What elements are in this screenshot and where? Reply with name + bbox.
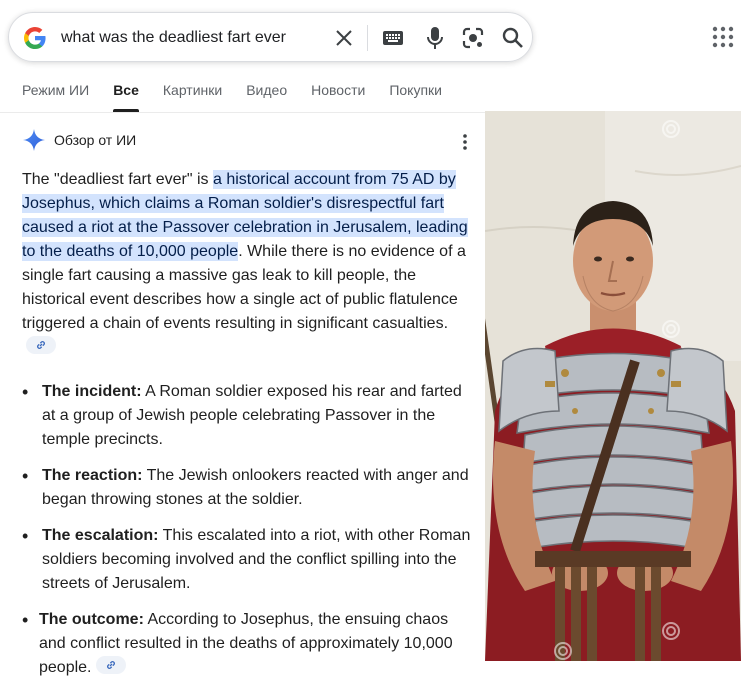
roman-soldier-illustration	[485, 111, 741, 661]
apps-grid-icon[interactable]	[712, 26, 734, 48]
tab-news[interactable]: Новости	[311, 82, 365, 112]
lens-icon[interactable]	[461, 26, 485, 50]
clear-icon[interactable]	[332, 26, 356, 50]
ai-overview-paragraph: The "deadliest fart ever" is a historica…	[22, 168, 470, 360]
search-icon[interactable]	[500, 25, 526, 51]
search-divider	[367, 25, 368, 51]
ai-overview-bullets: The incident: A Roman soldier exposed hi…	[22, 380, 472, 681]
bullet-heading: The incident:	[42, 383, 142, 400]
roman-soldier-image[interactable]	[485, 111, 741, 661]
keyboard-icon[interactable]	[381, 27, 405, 49]
intro-text: The "deadliest fart ever" is	[22, 171, 213, 188]
tab-videos[interactable]: Видео	[246, 82, 287, 112]
ai-overview-header: Обзор от ИИ	[22, 128, 136, 152]
tab-shopping[interactable]: Покупки	[389, 82, 442, 112]
bullet-heading: The escalation:	[42, 527, 159, 544]
bullet-heading: The reaction:	[42, 467, 143, 484]
list-item: The escalation: This escalated into a ri…	[22, 524, 472, 596]
google-logo-icon	[24, 27, 46, 49]
link-icon	[106, 661, 115, 669]
source-link-chip[interactable]	[95, 656, 126, 674]
search-tabs: Режим ИИ Все Картинки Видео Новости Поку…	[22, 82, 466, 112]
mic-icon[interactable]	[423, 25, 447, 51]
tab-images[interactable]: Картинки	[163, 82, 222, 112]
tab-all[interactable]: Все	[113, 82, 139, 112]
bullet-heading: The outcome:	[39, 611, 144, 628]
link-icon	[37, 341, 45, 349]
list-item: The incident: A Roman soldier exposed hi…	[22, 380, 472, 452]
sparkle-icon	[23, 129, 45, 151]
list-item: The outcome: According to Josephus, the …	[22, 608, 472, 680]
search-input[interactable]: what was the deadliest fart ever	[61, 29, 286, 47]
tab-ai-mode[interactable]: Режим ИИ	[22, 82, 89, 112]
source-link-chip[interactable]	[26, 336, 56, 354]
more-vert-icon[interactable]	[459, 133, 471, 151]
search-bar[interactable]: what was the deadliest fart ever	[8, 12, 533, 62]
list-item: The reaction: The Jewish onlookers react…	[22, 464, 472, 512]
ai-overview-title: Обзор от ИИ	[54, 132, 137, 148]
